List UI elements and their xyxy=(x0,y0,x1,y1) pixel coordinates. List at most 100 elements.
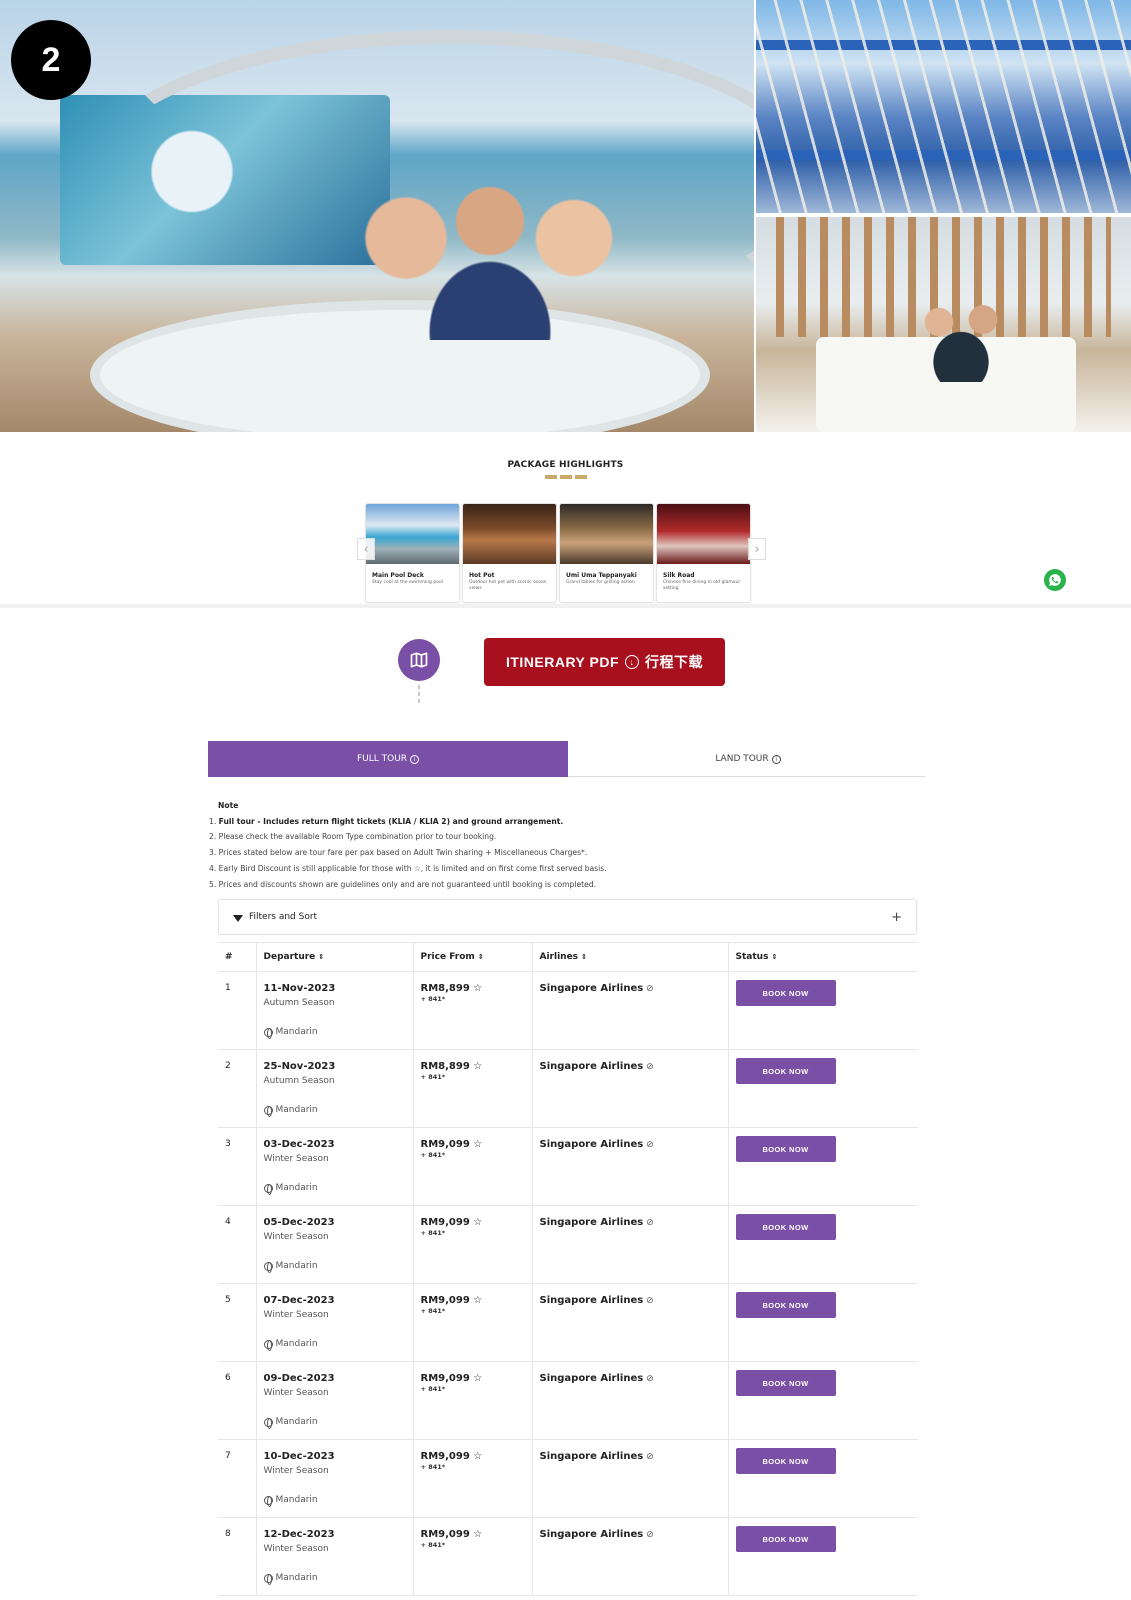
highlight-desc: Outdoor hot pot with scenic ocean views xyxy=(469,580,547,591)
row-number: 8 xyxy=(218,1517,256,1596)
link-icon[interactable]: ⊘ xyxy=(646,1062,654,1072)
airline-name[interactable]: Singapore Airlines xyxy=(540,1061,644,1072)
hero-photo-cabana[interactable] xyxy=(756,217,1131,432)
departure-season: Winter Season xyxy=(263,1388,329,1398)
header-airlines[interactable]: Airlines ⇕ xyxy=(531,942,728,972)
sort-icon: ⇕ xyxy=(318,953,325,961)
globe-icon xyxy=(263,1339,273,1351)
language-label: Mandarin xyxy=(263,1261,406,1273)
section-title-highlights: PACKAGE HIGHLIGHTS xyxy=(507,460,624,470)
info-icon[interactable]: i xyxy=(410,754,420,764)
early-bird-star-icon: ☆ xyxy=(473,1451,483,1462)
header-price[interactable]: Price From ⇕ xyxy=(412,942,532,972)
departure-cell: 12-Dec-2023 Winter Season Mandarin xyxy=(255,1517,413,1596)
language-label: Mandarin xyxy=(263,1339,406,1351)
table-row: 4 05-Dec-2023 Winter Season Mandarin RM9,099… xyxy=(218,1205,917,1284)
departure-season: Winter Season xyxy=(263,1154,329,1164)
sort-icon: ⇕ xyxy=(771,953,778,961)
carousel-prev-icon[interactable]: ‹ xyxy=(357,538,375,560)
link-icon[interactable]: ⊘ xyxy=(646,1452,654,1462)
price-value: RM9,099 ☆ xyxy=(420,1217,483,1228)
price-surcharge: + 841* xyxy=(420,1151,446,1159)
table-row: 7 10-Dec-2023 Winter Season Mandarin RM9,099… xyxy=(218,1439,917,1518)
airline-name[interactable]: Singapore Airlines xyxy=(540,1451,644,1462)
note-item: 3. Prices stated below are tour fare per… xyxy=(209,848,588,858)
language-label: Mandarin xyxy=(263,1495,406,1507)
highlight-card-main-pool-deck[interactable]: Main Pool Deck Stay cool at the swimming… xyxy=(365,503,460,603)
globe-icon xyxy=(263,1417,273,1429)
header-num: # xyxy=(218,942,256,972)
highlight-desc: Stay cool at the swimming pool xyxy=(372,580,443,585)
link-icon[interactable]: ⊘ xyxy=(646,1374,654,1384)
table-row: 5 07-Dec-2023 Winter Season Mandarin RM9,099… xyxy=(218,1283,917,1362)
globe-icon xyxy=(263,1495,273,1507)
hero-photo-hot-tub[interactable] xyxy=(0,0,754,432)
book-now-button[interactable]: BOOK NOW xyxy=(735,1136,836,1162)
highlight-card-hot-pot[interactable]: Hot Pot Outdoor hot pot with scenic ocea… xyxy=(462,503,557,603)
expand-icon[interactable]: + xyxy=(891,910,902,925)
highlight-card-umi-uma-teppanyaki[interactable]: Umi Uma Teppanyaki Grand tables for gril… xyxy=(559,503,654,603)
book-now-button[interactable]: BOOK NOW xyxy=(735,1370,836,1396)
status-cell: BOOK NOW xyxy=(727,1205,917,1284)
book-now-button[interactable]: BOOK NOW xyxy=(735,980,836,1006)
row-number: 4 xyxy=(218,1205,256,1284)
highlight-card-silk-road[interactable]: Silk Road Chinese fine dining in old gla… xyxy=(656,503,751,603)
price-surcharge: + 841* xyxy=(420,1073,446,1081)
hero-photo-ropes-course[interactable] xyxy=(756,0,1131,213)
departure-date: 12-Dec-2023 xyxy=(263,1529,335,1540)
filters-and-sort-bar[interactable]: Filters and Sort + xyxy=(218,899,917,935)
highlight-image xyxy=(657,504,750,564)
airline-name[interactable]: Singapore Airlines xyxy=(540,1373,644,1384)
departure-cell: 09-Dec-2023 Winter Season Mandarin xyxy=(255,1361,413,1440)
price-surcharge: + 841* xyxy=(420,1541,446,1549)
book-now-button[interactable]: BOOK NOW xyxy=(735,1526,836,1552)
early-bird-star-icon: ☆ xyxy=(473,1139,483,1150)
globe-icon xyxy=(263,1105,273,1117)
status-cell: BOOK NOW xyxy=(727,1283,917,1362)
link-icon[interactable]: ⊘ xyxy=(646,1140,654,1150)
status-cell: BOOK NOW xyxy=(727,1127,917,1206)
departure-cell: 25-Nov-2023 Autumn Season Mandarin xyxy=(255,1049,413,1128)
whatsapp-icon[interactable] xyxy=(1044,569,1066,591)
airline-name[interactable]: Singapore Airlines xyxy=(540,1139,644,1150)
filter-icon xyxy=(233,914,243,922)
airline-cell: Singapore Airlines ⊘ xyxy=(531,1049,728,1128)
info-icon[interactable]: i xyxy=(771,754,781,764)
book-now-button[interactable]: BOOK NOW xyxy=(735,1058,836,1084)
link-icon[interactable]: ⊘ xyxy=(646,984,654,994)
highlight-title: Silk Road xyxy=(663,572,695,579)
tour-type-tabs: FULL TOUR i LAND TOUR i xyxy=(208,741,925,777)
price-cell: RM9,099 ☆ + 841* xyxy=(412,1517,532,1596)
airline-name[interactable]: Singapore Airlines xyxy=(540,1295,644,1306)
book-now-button[interactable]: BOOK NOW xyxy=(735,1214,836,1240)
header-departure[interactable]: Departure ⇕ xyxy=(255,942,413,972)
table-row: 3 03-Dec-2023 Winter Season Mandarin RM9,099… xyxy=(218,1127,917,1206)
highlight-title: Main Pool Deck xyxy=(372,572,424,579)
price-surcharge: + 841* xyxy=(420,1385,446,1393)
price-value: RM8,899 ☆ xyxy=(420,983,483,994)
link-icon[interactable]: ⊘ xyxy=(646,1218,654,1228)
link-icon[interactable]: ⊘ xyxy=(646,1530,654,1540)
price-value: RM9,099 ☆ xyxy=(420,1139,483,1150)
airline-cell: Singapore Airlines ⊘ xyxy=(531,1205,728,1284)
departure-date: 05-Dec-2023 xyxy=(263,1217,335,1228)
row-number: 1 xyxy=(218,971,256,1050)
departures-table: # Departure ⇕ Price From ⇕ Airlines ⇕ St… xyxy=(218,942,917,1596)
itinerary-pdf-button[interactable]: ITINERARY PDF ↓ 行程下载 xyxy=(484,638,725,686)
tour-notes: Note 1. Full tour - Includes return flig… xyxy=(209,798,909,892)
header-status[interactable]: Status ⇕ xyxy=(727,942,917,972)
airline-name[interactable]: Singapore Airlines xyxy=(540,1529,644,1540)
status-cell: BOOK NOW xyxy=(727,1517,917,1596)
note-item: 1. Full tour - Includes return flight ti… xyxy=(209,816,564,826)
book-now-button[interactable]: BOOK NOW xyxy=(735,1448,836,1474)
price-value: RM9,099 ☆ xyxy=(420,1295,483,1306)
airline-name[interactable]: Singapore Airlines xyxy=(540,983,644,994)
price-surcharge: + 841* xyxy=(420,995,446,1003)
link-icon[interactable]: ⊘ xyxy=(646,1296,654,1306)
tab-land-tour[interactable]: LAND TOUR i xyxy=(568,741,928,777)
carousel-next-icon[interactable]: › xyxy=(748,538,766,560)
tab-full-tour[interactable]: FULL TOUR i xyxy=(208,741,568,777)
airline-name[interactable]: Singapore Airlines xyxy=(540,1217,644,1228)
price-surcharge: + 841* xyxy=(420,1307,446,1315)
book-now-button[interactable]: BOOK NOW xyxy=(735,1292,836,1318)
